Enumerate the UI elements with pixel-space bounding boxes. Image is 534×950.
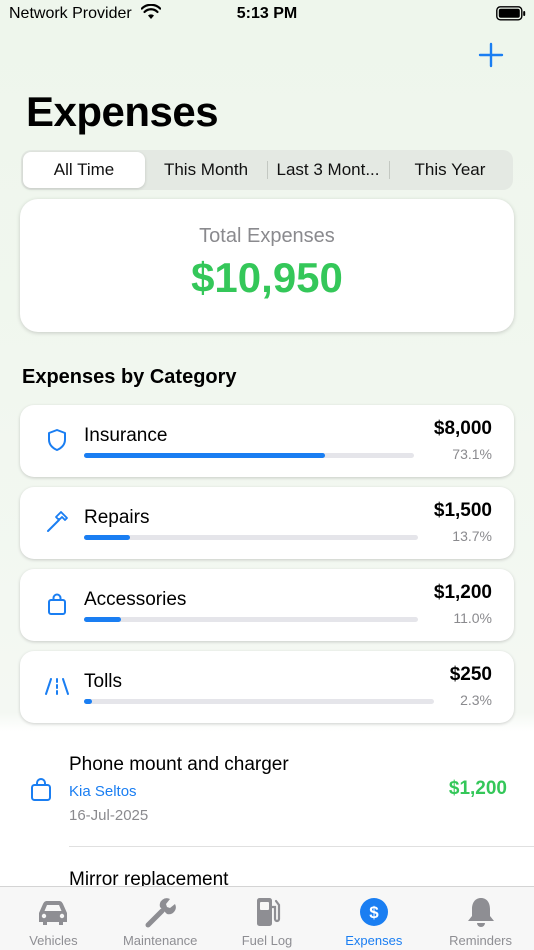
category-progress-track bbox=[84, 453, 414, 458]
category-percent: 13.7% bbox=[452, 528, 492, 544]
page-title: Expenses bbox=[26, 88, 219, 135]
tab-label: Vehicles bbox=[29, 933, 78, 948]
tab-fuel-log[interactable]: Fuel Log bbox=[214, 887, 321, 950]
expense-amount: $1,200 bbox=[448, 778, 507, 799]
tab-expenses[interactable]: $ Expenses bbox=[320, 887, 427, 950]
bell-icon bbox=[467, 898, 494, 927]
category-progress-track bbox=[84, 699, 434, 704]
time-filter-control: All Time This Month Last 3 Mont... This … bbox=[21, 150, 513, 190]
expense-vehicle: Kia Seltos bbox=[69, 783, 137, 800]
battery-icon bbox=[496, 6, 526, 26]
category-amount: $1,500 bbox=[433, 500, 492, 521]
category-percent: 73.1% bbox=[452, 446, 492, 462]
add-expense-button[interactable] bbox=[478, 42, 504, 68]
category-progress-track bbox=[84, 535, 418, 540]
tab-label: Reminders bbox=[449, 933, 513, 948]
plus-icon bbox=[478, 42, 504, 68]
category-progress-track bbox=[84, 617, 418, 622]
category-progress-fill bbox=[84, 617, 121, 622]
category-amount: $1,200 bbox=[433, 582, 492, 603]
filter-this-month[interactable]: This Month bbox=[145, 152, 267, 188]
shield-icon bbox=[48, 429, 66, 451]
bag-icon bbox=[31, 778, 51, 801]
category-progress-fill bbox=[84, 535, 130, 540]
category-section-title: Expenses by Category bbox=[22, 366, 237, 388]
car-icon bbox=[39, 901, 68, 925]
tab-label: Fuel Log bbox=[241, 933, 293, 948]
tab-vehicles[interactable]: Vehicles bbox=[0, 887, 107, 950]
category-name: Insurance bbox=[84, 425, 168, 446]
category-amount: $8,000 bbox=[433, 418, 492, 439]
hammer-icon bbox=[47, 511, 68, 532]
expense-row[interactable]: Phone mount and charger Kia Seltos 16-Ju… bbox=[0, 732, 534, 847]
filter-this-year[interactable]: This Year bbox=[389, 152, 511, 188]
category-name: Accessories bbox=[84, 589, 187, 610]
category-progress-fill bbox=[84, 699, 93, 704]
total-expenses-label: Total Expenses bbox=[199, 225, 335, 247]
category-name: Repairs bbox=[84, 507, 150, 528]
total-expenses-card: Total Expenses $10,950 bbox=[20, 199, 514, 332]
expense-date: 16-Jul-2025 bbox=[69, 807, 149, 824]
category-card-repairs[interactable]: Repairs $1,500 13.7% bbox=[20, 487, 514, 559]
svg-text:$: $ bbox=[369, 903, 379, 922]
dollar-circle-icon: $ bbox=[359, 898, 388, 926]
expense-title: Phone mount and charger bbox=[69, 754, 289, 775]
category-card-tolls[interactable]: Tolls $250 2.3% bbox=[20, 651, 514, 723]
road-icon bbox=[45, 678, 69, 695]
category-percent: 2.3% bbox=[460, 692, 492, 708]
filter-last-3-months[interactable]: Last 3 Mont... bbox=[267, 152, 389, 188]
category-progress-fill bbox=[84, 453, 326, 458]
category-percent: 11.0% bbox=[453, 610, 492, 626]
fuel-pump-icon bbox=[256, 898, 281, 926]
category-amount: $250 bbox=[449, 664, 492, 685]
filter-all-time[interactable]: All Time bbox=[23, 152, 145, 188]
tab-reminders[interactable]: Reminders bbox=[427, 887, 534, 950]
clock-time: 5:13 PM bbox=[236, 5, 298, 22]
category-name: Tolls bbox=[84, 671, 123, 692]
total-expenses-amount: $10,950 bbox=[191, 254, 343, 301]
wrench-icon bbox=[145, 898, 176, 928]
category-card-accessories[interactable]: Accessories $1,200 11.0% bbox=[20, 569, 514, 641]
tab-label: Maintenance bbox=[122, 933, 198, 948]
tab-bar: Vehicles Maintenance Fuel Log $ Expenses… bbox=[0, 886, 534, 950]
category-card-insurance[interactable]: Insurance $8,000 73.1% bbox=[20, 405, 514, 477]
expense-list: Phone mount and charger Kia Seltos 16-Ju… bbox=[0, 732, 534, 890]
status-bar: Network Provider 5:13 PM bbox=[0, 0, 534, 30]
tab-maintenance[interactable]: Maintenance bbox=[107, 887, 214, 950]
bag-icon bbox=[48, 593, 66, 615]
tab-label: Expenses bbox=[345, 933, 403, 948]
